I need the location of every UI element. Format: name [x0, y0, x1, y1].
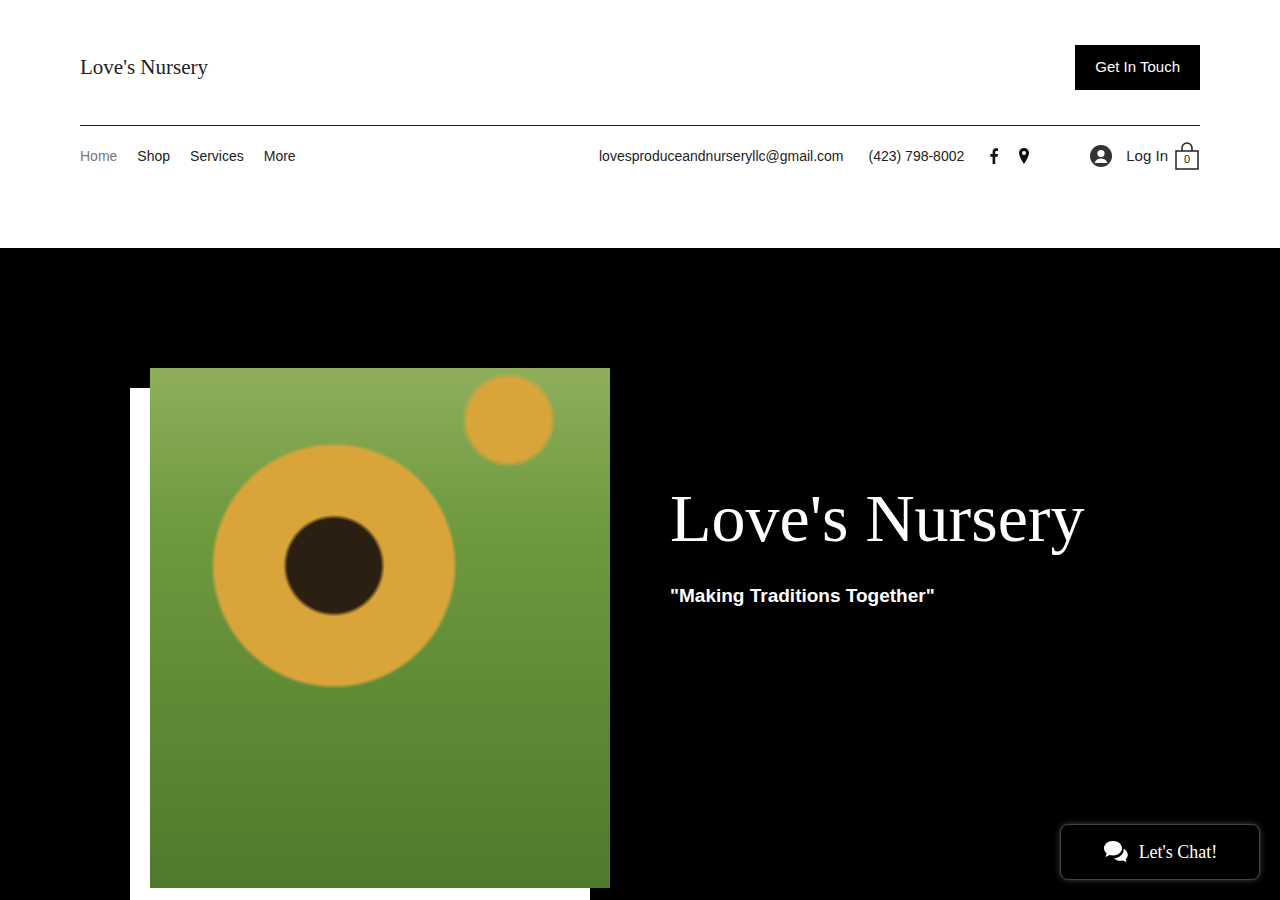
- cart-button[interactable]: 0: [1174, 141, 1200, 171]
- map-pin-icon[interactable]: [1016, 148, 1032, 164]
- site-logo[interactable]: Love's Nursery: [80, 45, 208, 90]
- chat-bubbles-icon: [1103, 840, 1129, 864]
- nav-item[interactable]: Services: [190, 144, 244, 169]
- hero-section: Love's Nursery "Making Traditions Togeth…: [0, 248, 1280, 900]
- hero-title: Love's Nursery: [670, 478, 1084, 560]
- hero-photo: [130, 368, 610, 900]
- main-nav: Home Shop Services More: [80, 144, 296, 169]
- user-avatar-icon: [1090, 145, 1112, 167]
- hero-tagline: "Making Traditions Together": [670, 582, 1084, 611]
- site-header: Love's Nursery Get In Touch Home Shop Serv…: [0, 0, 1280, 248]
- nav-item[interactable]: Shop: [137, 144, 170, 169]
- nav-item[interactable]: Home: [80, 144, 117, 169]
- phone-link[interactable]: (423) 798-8002: [869, 146, 965, 167]
- cart-count: 0: [1174, 154, 1200, 165]
- chat-button[interactable]: Let's Chat!: [1060, 824, 1260, 880]
- email-link[interactable]: lovesproduceandnurseryllc@gmail.com: [599, 146, 844, 167]
- nav-item[interactable]: More: [264, 144, 296, 169]
- get-in-touch-button[interactable]: Get In Touch: [1075, 45, 1200, 90]
- login-button[interactable]: Log In: [1090, 145, 1168, 168]
- facebook-icon[interactable]: [986, 148, 1002, 164]
